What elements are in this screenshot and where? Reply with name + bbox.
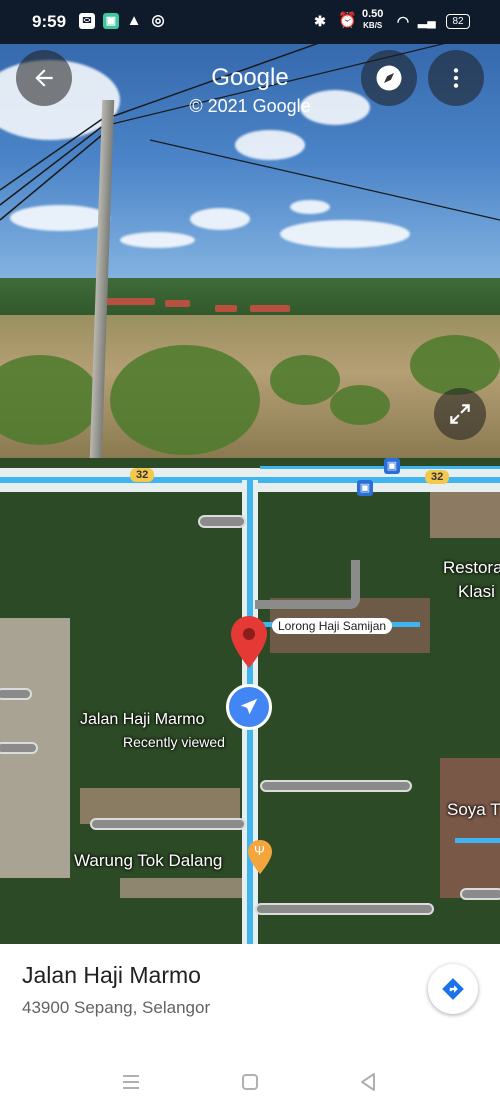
side-road — [260, 780, 412, 792]
status-bar: 9:59 ✉ ▣ ▲ ◎ ✱ ⏰ 0.50 KB/S ◠ ▂▄ 82 — [0, 0, 500, 44]
net-speed-unit: KB/S — [363, 21, 383, 30]
battery-icon: 82 — [446, 14, 470, 29]
side-road-blue — [455, 838, 500, 843]
warning-icon: ▲ — [126, 12, 142, 29]
field — [0, 315, 500, 458]
expand-button[interactable] — [434, 388, 486, 440]
whatsapp-icon: ◎ — [151, 12, 165, 29]
houses-area — [120, 878, 250, 898]
building-area — [430, 488, 500, 538]
signal-icon: ▂▄ — [418, 14, 436, 28]
street-view-copyright: © 2021 Google — [189, 96, 311, 116]
house-roof — [215, 305, 237, 312]
side-road — [90, 818, 246, 830]
house-roof — [165, 300, 190, 307]
directions-icon — [442, 978, 464, 1000]
expand-icon — [450, 404, 470, 424]
restaurant-pin[interactable]: Ψ — [248, 840, 272, 874]
alarm-icon: ⏰ — [338, 12, 357, 29]
app-notification-icon: ▣ — [103, 13, 119, 29]
side-road — [460, 888, 500, 900]
side-road — [255, 560, 360, 609]
selected-place-label[interactable]: Jalan Haji Marmo — [80, 711, 204, 729]
home-icon[interactable] — [241, 1073, 259, 1091]
status-time: 9:59 — [32, 12, 67, 31]
back-icon[interactable] — [358, 1071, 378, 1093]
route-32-side-road — [260, 466, 500, 469]
place-name: Jalan Haji Marmo — [22, 962, 201, 988]
bus-icon[interactable]: ▣ — [357, 480, 373, 496]
vibrate-icon: ✱ — [314, 13, 326, 29]
notification-icon: ✉ — [79, 13, 95, 29]
directions-button[interactable] — [428, 964, 478, 1014]
location-pin-icon[interactable] — [231, 616, 267, 668]
side-road — [0, 742, 38, 754]
route-shield[interactable]: 32 — [425, 470, 450, 484]
side-road — [255, 903, 434, 915]
poi-warung-label[interactable]: Warung Tok Dalang — [74, 851, 222, 871]
house-roof — [250, 305, 290, 312]
street-label: Lorong Haji Samijan — [272, 618, 393, 634]
side-road — [0, 688, 32, 700]
place-address: 43900 Sepang, Selangor — [22, 998, 211, 1017]
compass-button[interactable] — [361, 50, 417, 106]
system-nav-bar — [0, 1056, 500, 1111]
navigation-arrow-icon[interactable] — [226, 684, 272, 730]
bus-icon[interactable]: ▣ — [384, 458, 400, 474]
wifi-icon: ◠ — [396, 13, 410, 29]
fork-knife-icon: Ψ — [254, 843, 265, 858]
house-roof — [105, 298, 155, 305]
poi-soya-label[interactable]: Soya T — [447, 800, 500, 820]
houses-area — [440, 758, 500, 898]
poi-restoran-label-1[interactable]: Restora — [443, 558, 500, 578]
net-speed-value: 0.50 — [362, 8, 384, 20]
battery-level: 82 — [452, 16, 464, 27]
compass-icon — [376, 65, 402, 91]
side-road — [198, 515, 246, 528]
map-view[interactable]: 32 32 ▣ ▣ Lorong Haji Samijan Jalan Haji… — [0, 458, 500, 944]
menu-icon[interactable] — [121, 1073, 141, 1091]
more-vert-icon — [453, 68, 459, 88]
more-options-button[interactable] — [428, 50, 484, 106]
street-view-title: Google — [211, 64, 289, 91]
poi-restoran-label-2[interactable]: Klasi — [458, 582, 495, 602]
recently-viewed-label: Recently viewed — [123, 734, 225, 750]
route-shield[interactable]: 32 — [130, 468, 155, 482]
